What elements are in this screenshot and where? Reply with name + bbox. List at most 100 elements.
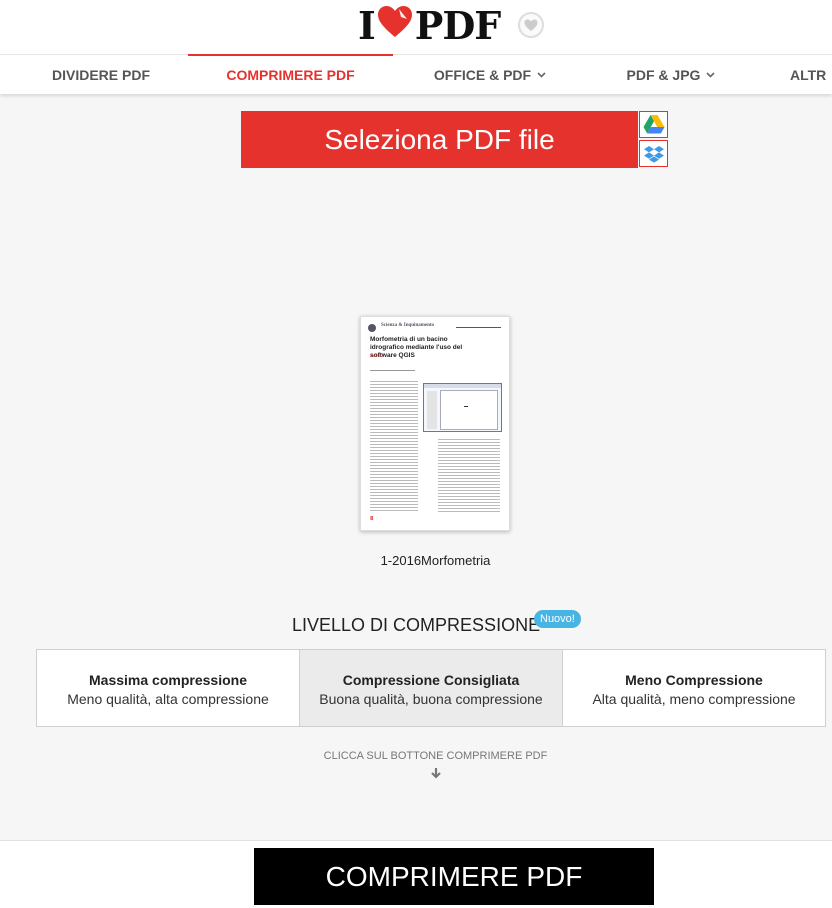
page-text-line [438, 454, 500, 455]
page-text-line [370, 444, 418, 445]
option-title: Compressione Consigliata [342, 672, 520, 688]
page-text-line [438, 478, 500, 479]
chevron-down-icon [537, 70, 546, 81]
page-text-line [438, 442, 500, 443]
select-pdf-label: Seleziona PDF file [324, 123, 555, 155]
page-text-line [370, 501, 418, 502]
page-subtitle: Parte I [370, 354, 385, 359]
page-text-line [370, 420, 418, 421]
option-description: Meno qualità, alta compressione [67, 691, 269, 707]
page-text-line [438, 493, 500, 494]
compress-hint: CLICCA SUL BOTTONE COMPRIMERE PDF [323, 750, 548, 762]
page-text-line [370, 402, 418, 403]
page-text-line [370, 456, 418, 457]
page-text-line [370, 405, 418, 406]
nav-item-dividere-pdf[interactable]: DIVIDERE PDF [37, 55, 165, 95]
page-text-line [370, 459, 418, 460]
page-text-line [438, 508, 500, 509]
page-text-line [370, 492, 418, 493]
page-text-line [370, 489, 418, 490]
option-description: Buona qualità, buona compressione [319, 691, 543, 707]
page-text-line [370, 399, 418, 400]
page-text-line [370, 408, 418, 409]
new-badge: Nuovo! [534, 610, 581, 628]
page-header-text: Scienza & Inquinamento [381, 323, 435, 328]
nav-label: DIVIDERE PDF [51, 67, 150, 83]
page-text-line [370, 387, 418, 388]
page-text-line [438, 451, 500, 452]
logo-text-pdf: PDF [414, 2, 502, 48]
option-title: Meno Compressione [625, 672, 763, 688]
page-text-line [370, 447, 418, 448]
option-less-compression[interactable]: Meno Compressione Alta qualità, meno com… [562, 649, 826, 727]
compression-level-title: LIVELLO DI COMPRESSIONE [292, 615, 541, 635]
page-text-line [370, 411, 418, 412]
page-text-line [438, 505, 500, 506]
logo[interactable]: I PDF [358, 2, 502, 48]
page-text-line [370, 498, 418, 499]
file-preview-thumbnail[interactable]: Scienza & Inquinamento Morfometria di un… [360, 316, 510, 531]
page-text-line [370, 474, 418, 475]
page-text-line [370, 435, 418, 436]
page-text-line [370, 510, 418, 511]
page-text-line [438, 445, 500, 446]
heart-icon [377, 3, 413, 48]
page-text-line [370, 462, 418, 463]
page-text-line [370, 486, 418, 487]
option-recommended-compression[interactable]: Compressione Consigliata Buona qualità, … [299, 649, 563, 727]
nav-item-office-pdf[interactable]: OFFICE & PDF [420, 55, 560, 95]
google-drive-button[interactable] [639, 111, 668, 138]
page-text-line [438, 457, 500, 458]
page-text-line [370, 453, 418, 454]
chevron-down-icon [706, 70, 716, 81]
page-text-line [370, 429, 418, 430]
page-text-line [438, 460, 500, 461]
page-text-line [438, 472, 500, 473]
nav-label: PDF & JPG [626, 67, 701, 83]
page-title: Morfometria di un bacino idrografico med… [370, 336, 463, 359]
page-text-line [438, 490, 500, 491]
page-text-line [370, 507, 418, 508]
nav-label: COMPRIMERE PDF [226, 67, 355, 83]
arrow-down-icon [429, 767, 443, 781]
page-text-line [438, 496, 500, 497]
nav-label: ALTR [790, 67, 827, 83]
dropbox-button[interactable] [639, 140, 668, 167]
compress-pdf-label: COMPRIMERE PDF [325, 860, 583, 892]
page-text-line [370, 450, 418, 451]
file-name: 1-2016Morfometria [380, 553, 491, 568]
main-nav: DIVIDERE PDF COMPRIMERE PDF OFFICE & PDF… [0, 54, 832, 94]
page-text-line [370, 396, 418, 397]
page-text-line [370, 468, 418, 469]
page-text-line [370, 471, 418, 472]
page-text-line [370, 384, 418, 385]
page-text-line [370, 483, 418, 484]
page-text-line [370, 438, 418, 439]
heart-badge-icon[interactable] [518, 12, 544, 38]
option-title: Massima compressione [89, 672, 247, 688]
nav-item-pdf-jpg[interactable]: PDF & JPG [612, 55, 730, 95]
page-text-line [438, 511, 500, 512]
option-maximum-compression[interactable]: Massima compressione Meno qualità, alta … [36, 649, 300, 727]
page-text-line [370, 426, 418, 427]
page-text-line [370, 480, 418, 481]
page-text-line [438, 475, 500, 476]
nav-item-altri[interactable]: ALTR [790, 55, 832, 95]
dropbox-icon [640, 141, 667, 166]
page-text-line [370, 441, 418, 442]
page-text-line [370, 432, 418, 433]
logo-text-i: I [358, 2, 376, 48]
page-text-line [370, 381, 418, 382]
page-text-line [438, 463, 500, 464]
compress-pdf-button[interactable]: COMPRIMERE PDF [254, 848, 654, 905]
page-text-line [370, 417, 418, 418]
page-text-line [370, 390, 418, 391]
page-text-line [438, 469, 500, 470]
page-text-line [438, 466, 500, 467]
select-pdf-button[interactable]: Seleziona PDF file [241, 111, 638, 168]
page-text-line [370, 495, 418, 496]
nav-label: OFFICE & PDF [433, 67, 532, 83]
nav-item-comprimere-pdf[interactable]: COMPRIMERE PDF [188, 54, 393, 94]
page-text-line [438, 502, 500, 503]
page-figure [423, 383, 502, 432]
